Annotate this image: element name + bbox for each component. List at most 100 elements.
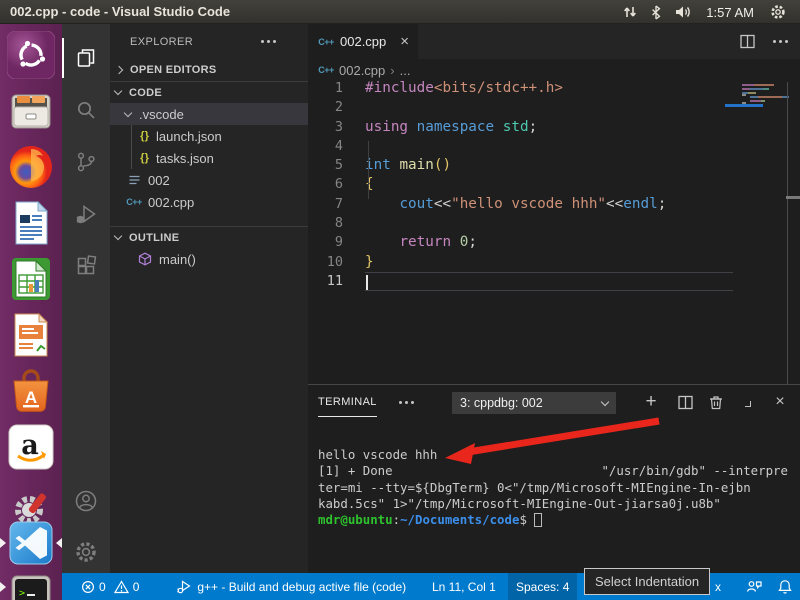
account-icon — [75, 490, 97, 512]
window-title: 002.cpp - code - Visual Studio Code — [10, 4, 231, 19]
tree-item-002[interactable]: 002 — [110, 169, 308, 191]
search-icon — [77, 101, 95, 119]
tree-item-002-cpp[interactable]: C++ 002.cpp — [110, 191, 308, 213]
terminal-line: ter=mi --tty=${DbgTerm} 0<"/tmp/Microsof… — [318, 479, 751, 495]
tab-close-icon[interactable]: × — [400, 33, 409, 50]
code-line: 5 int main() — [334, 157, 452, 174]
dock-item-firefox[interactable] — [7, 143, 55, 191]
tree-item-tasks-json[interactable]: { } tasks.json — [110, 147, 308, 169]
maximize-panel-icon[interactable] — [740, 394, 756, 410]
activity-settings[interactable] — [62, 530, 110, 574]
session-gear-icon[interactable] — [770, 4, 786, 20]
split-editor-icon[interactable] — [740, 34, 755, 49]
split-terminal-icon[interactable] — [677, 394, 693, 410]
dock-item-files[interactable] — [7, 87, 55, 135]
outline-item-main[interactable]: main() — [110, 248, 308, 270]
activity-explorer[interactable] — [62, 36, 110, 80]
overview-ruler — [787, 82, 788, 384]
chevron-down-icon — [600, 397, 610, 406]
terminal-output[interactable]: hello vscode hhh [1] + Done "/usr/bin/gd… — [318, 447, 796, 528]
json-file-icon: { } — [140, 152, 149, 164]
activity-extensions[interactable] — [62, 244, 110, 288]
svg-text:a: a — [21, 430, 39, 461]
title-bar: 002.cpp - code - Visual Studio Code 1:57… — [0, 0, 800, 24]
sidebar-header: EXPLORER — [110, 24, 308, 59]
panel-header: TERMINAL 3: cppdbg: 002 + × — [308, 385, 800, 419]
overview-cursor-marker — [786, 196, 800, 199]
tree-item-launch-json[interactable]: { } launch.json — [110, 125, 308, 147]
problems-status[interactable]: 0 0 — [76, 573, 144, 600]
clock[interactable]: 1:57 AM — [706, 5, 754, 20]
code-line: 9 return 0; — [334, 234, 477, 251]
editor-group: C++ 002.cpp × C++ 002.cpp › ... 1 #includ… — [308, 24, 800, 573]
clipped-status-item[interactable]: x — [715, 573, 721, 600]
close-panel-icon[interactable]: × — [772, 393, 788, 410]
json-file-icon: { } — [140, 130, 149, 142]
indent-guide — [368, 141, 369, 199]
tab-terminal[interactable]: TERMINAL — [318, 396, 377, 417]
line-col-status[interactable]: Ln 11, Col 1 — [432, 573, 496, 600]
ubuntu-icon — [7, 31, 55, 79]
minimap-current-line — [725, 104, 763, 107]
dock-item-lo-writer[interactable] — [7, 199, 55, 247]
cpp-file-icon: C++ — [318, 36, 334, 47]
cpp-file-icon: C++ — [126, 197, 142, 207]
minimap[interactable] — [725, 84, 789, 114]
settings-gear-icon — [76, 542, 96, 562]
feedback-status[interactable] — [746, 573, 762, 600]
breadcrumb[interactable]: C++ 002.cpp › ... — [308, 59, 800, 81]
section-outline[interactable]: OUTLINE — [110, 226, 308, 248]
network-arrows-icon[interactable] — [623, 5, 637, 19]
svg-text:>: > — [19, 588, 25, 599]
dock-item-lo-calc[interactable] — [7, 255, 55, 303]
panel-more-actions[interactable] — [398, 400, 414, 404]
dock-item-ubuntu-software[interactable]: A — [7, 367, 55, 415]
terminal-prompt-line: mdr@ubuntu:~/Documents/code$ — [318, 512, 796, 528]
terminal-running-indicator — [0, 582, 6, 592]
dock-item-ubuntu[interactable] — [7, 31, 55, 79]
svg-text:A: A — [25, 388, 37, 407]
volume-icon[interactable] — [675, 5, 692, 19]
terminal-app-icon: > — [11, 575, 51, 600]
dock-item-vscode[interactable] — [7, 519, 55, 567]
explorer-sidebar: EXPLORER OPEN EDITORS CODE .vscode { } l… — [110, 24, 308, 573]
amazon-icon: a — [8, 424, 54, 470]
activity-bar — [62, 24, 110, 573]
source-control-icon — [77, 152, 95, 172]
explorer-icon — [77, 49, 95, 67]
tree-item-vscode-folder[interactable]: .vscode — [110, 103, 308, 125]
activity-account[interactable] — [62, 479, 110, 523]
editor-more-actions[interactable] — [773, 40, 788, 43]
chevron-down-icon — [113, 86, 123, 96]
dock-item-amazon[interactable]: a — [7, 423, 55, 471]
dock-item-terminal[interactable]: > — [7, 575, 55, 600]
libreoffice-impress-icon — [14, 312, 49, 357]
chevron-down-icon — [123, 108, 133, 117]
indentation-status[interactable]: Spaces: 4 — [508, 573, 578, 600]
bluetooth-icon[interactable] — [651, 4, 661, 20]
debug-task-icon — [177, 580, 191, 594]
code-editor[interactable]: 1 #include<bits/stdc++.h> 2 3 using namesp… — [308, 79, 800, 384]
build-task-status[interactable]: g++ - Build and debug active file (code) — [172, 573, 411, 600]
activity-source-control[interactable] — [62, 140, 110, 184]
sidebar-title: EXPLORER — [130, 35, 194, 48]
error-icon — [81, 580, 95, 593]
section-code[interactable]: CODE — [110, 81, 308, 103]
sidebar-more-actions[interactable] — [261, 40, 276, 43]
section-open-editors[interactable]: OPEN EDITORS — [110, 59, 308, 81]
kill-terminal-icon[interactable] — [708, 394, 724, 410]
notifications-status[interactable] — [778, 573, 792, 600]
bell-icon — [778, 580, 792, 594]
dock-item-lo-impress[interactable] — [7, 311, 55, 359]
activity-run-debug[interactable] — [62, 192, 110, 236]
code-line: 10} — [326, 253, 374, 270]
new-terminal-icon[interactable]: + — [643, 391, 659, 412]
code-line: 6{ — [334, 176, 374, 193]
tab-002-cpp[interactable]: C++ 002.cpp × — [308, 24, 418, 59]
activity-search[interactable] — [62, 88, 110, 132]
vscode-focused-indicator — [56, 538, 62, 548]
terminal-line: kabd.5cs" 1>"/tmp/Microsoft-MIEngine-Out… — [318, 495, 721, 511]
firefox-icon — [10, 146, 52, 188]
code-line: 3 using namespace std; — [334, 118, 538, 135]
terminal-select[interactable]: 3: cppdbg: 002 — [452, 392, 616, 414]
